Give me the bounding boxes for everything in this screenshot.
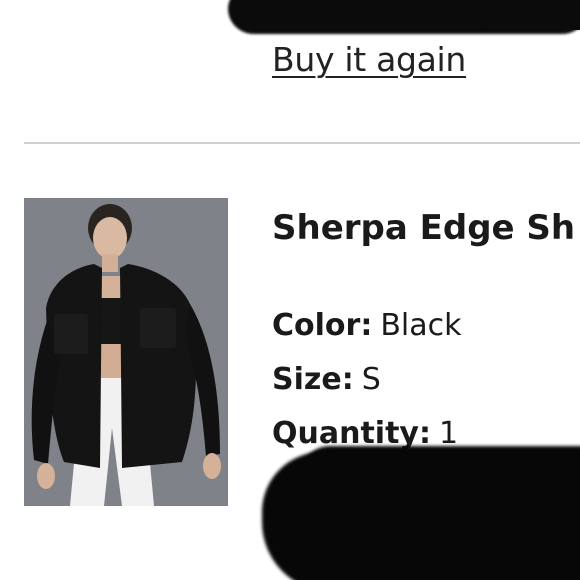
product-title[interactable]: Sherpa Edge Sh <box>272 208 575 248</box>
product-color-row: Color: Black <box>272 308 461 343</box>
size-label: Size: <box>272 362 354 397</box>
order-item-page: Buy it again Sherpa Edge Sh Color: Black… <box>0 0 580 580</box>
redaction-mark-top-edge <box>470 0 580 30</box>
color-label: Color: <box>272 308 373 343</box>
color-value: Black <box>380 308 462 343</box>
product-image[interactable] <box>24 198 228 506</box>
section-divider <box>24 142 580 144</box>
buy-it-again-link[interactable]: Buy it again <box>272 40 466 79</box>
redaction-mark-bottom <box>262 452 580 580</box>
product-size-row: Size: S <box>272 362 381 397</box>
size-value: S <box>361 362 381 397</box>
product-photo-illustration <box>24 198 228 506</box>
